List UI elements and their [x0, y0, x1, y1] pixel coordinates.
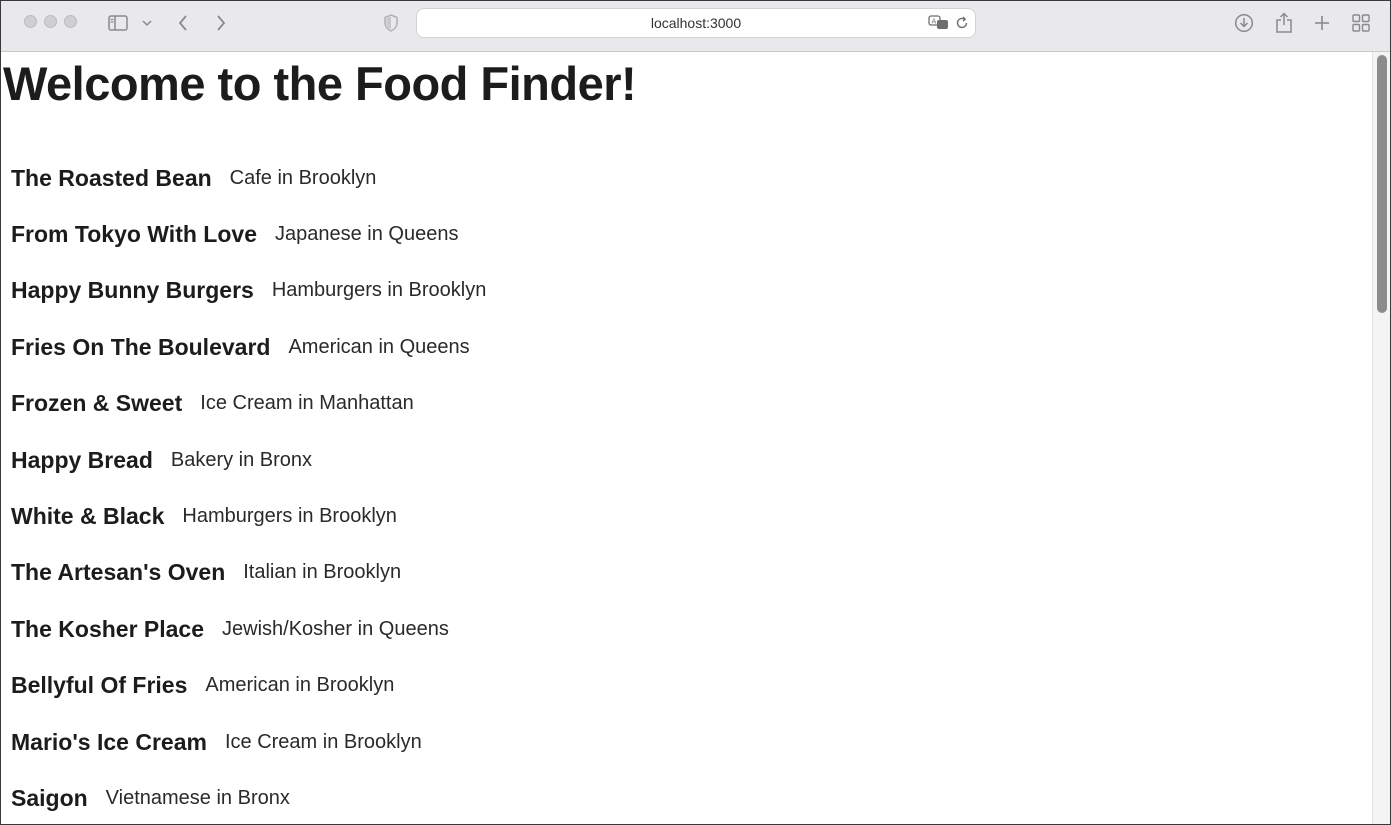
- restaurant-item: Happy Bread Bakery in Bronx: [11, 432, 486, 488]
- restaurant-item: The Kosher Place Jewish/Kosher in Queens: [11, 601, 486, 657]
- restaurant-item: Frozen & Sweet Ice Cream in Manhattan: [11, 376, 486, 432]
- restaurant-description: Hamburgers in Brooklyn: [182, 505, 397, 528]
- restaurant-name: From Tokyo With Love: [11, 221, 257, 248]
- restaurant-description: Jewish/Kosher in Queens: [222, 617, 449, 640]
- translate-icon[interactable]: A: [927, 11, 951, 35]
- reload-icon[interactable]: [954, 11, 970, 35]
- share-icon[interactable]: [1273, 11, 1295, 35]
- vertical-scrollbar[interactable]: [1372, 52, 1390, 824]
- restaurant-name: Fries On The Boulevard: [11, 333, 271, 360]
- restaurant-description: Ice Cream in Brooklyn: [224, 730, 422, 753]
- restaurant-description: Cafe in Brooklyn: [229, 166, 377, 189]
- restaurant-item: White & Black Hamburgers in Brooklyn: [11, 488, 486, 544]
- new-tab-icon[interactable]: [1312, 11, 1332, 35]
- restaurant-name: Happy Bunny Burgers: [11, 277, 254, 304]
- restaurant-name: White & Black: [11, 503, 165, 530]
- url-text: localhost:3000: [650, 15, 742, 31]
- browser-toolbar: localhost:3000 A: [1, 1, 1390, 52]
- sidebar-icon[interactable]: [107, 11, 129, 35]
- back-icon[interactable]: [173, 11, 193, 35]
- restaurant-item: The Artesan's Oven Italian in Brooklyn: [11, 545, 486, 601]
- close-window-button[interactable]: [24, 15, 37, 28]
- restaurant-item: From Tokyo With Love Japanese in Queens: [11, 206, 486, 262]
- address-bar[interactable]: localhost:3000 A: [416, 8, 976, 38]
- restaurant-description: American in Queens: [288, 335, 470, 358]
- restaurant-item: Saigon Vietnamese in Bronx: [11, 770, 486, 824]
- restaurant-item: Mario's Ice Cream Ice Cream in Brooklyn: [11, 714, 486, 770]
- restaurant-item: Bellyful Of Fries American in Brooklyn: [11, 658, 486, 714]
- restaurant-item: Happy Bunny Burgers Hamburgers in Brookl…: [11, 263, 486, 319]
- restaurant-name: Mario's Ice Cream: [11, 728, 207, 755]
- restaurant-description: Ice Cream in Manhattan: [200, 392, 414, 415]
- minimize-window-button[interactable]: [44, 15, 57, 28]
- page-content: Welcome to the Food Finder! The Roasted …: [1, 52, 1372, 824]
- restaurant-description: Japanese in Queens: [274, 223, 459, 246]
- forward-icon[interactable]: [211, 11, 231, 35]
- svg-text:A: A: [932, 17, 937, 25]
- restaurant-list: The Roasted Bean Cafe in Brooklyn From T…: [11, 150, 486, 824]
- zoom-window-button[interactable]: [64, 15, 77, 28]
- restaurant-description: Bakery in Bronx: [170, 448, 313, 471]
- restaurant-name: Saigon: [11, 784, 88, 811]
- restaurant-item: The Roasted Bean Cafe in Brooklyn: [11, 150, 486, 206]
- restaurant-name: The Roasted Bean: [11, 164, 212, 191]
- shield-icon[interactable]: [381, 11, 401, 35]
- restaurant-name: Happy Bread: [11, 446, 153, 473]
- restaurant-name: Bellyful Of Fries: [11, 672, 188, 699]
- restaurant-description: Italian in Brooklyn: [243, 561, 402, 584]
- restaurant-description: Vietnamese in Bronx: [105, 786, 290, 809]
- restaurant-description: Hamburgers in Brooklyn: [271, 279, 487, 302]
- chevron-down-icon[interactable]: [140, 11, 154, 35]
- restaurant-item: Fries On The Boulevard American in Queen…: [11, 319, 486, 375]
- scrollbar-thumb[interactable]: [1377, 55, 1387, 313]
- restaurant-name: The Artesan's Oven: [11, 559, 226, 586]
- restaurant-description: American in Brooklyn: [205, 674, 395, 697]
- page-title: Welcome to the Food Finder!: [3, 57, 637, 110]
- restaurant-name: Frozen & Sweet: [11, 390, 183, 417]
- restaurant-name: The Kosher Place: [11, 615, 205, 642]
- download-icon[interactable]: [1233, 11, 1255, 35]
- browser-window: localhost:3000 A Welcome to the Food Fin…: [0, 0, 1391, 825]
- tab-overview-icon[interactable]: [1351, 11, 1371, 35]
